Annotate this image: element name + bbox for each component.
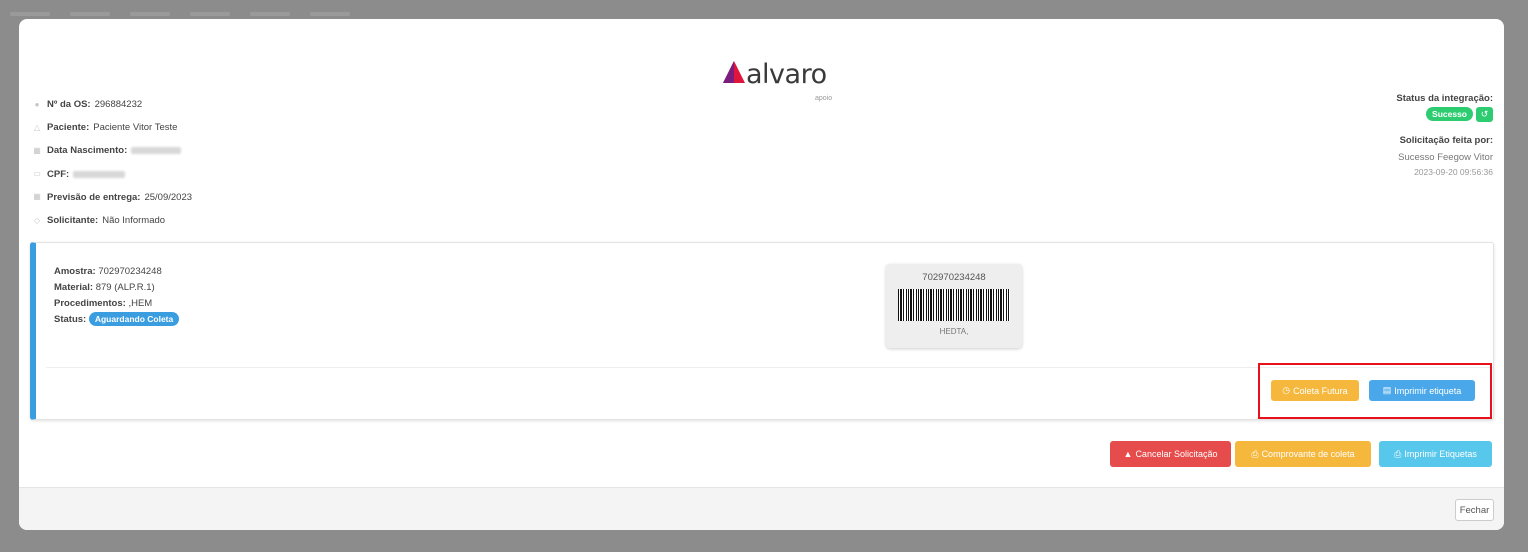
sample-status-row: Status: Aguardando Coleta (54, 312, 180, 328)
cake-icon: ▦ (33, 145, 41, 155)
print-icon: ⎙ (1394, 448, 1402, 459)
comprovante-coleta-button[interactable]: ⎙ Comprovante de coleta (1235, 441, 1371, 467)
logo-text: alvaro (746, 59, 827, 90)
history-icon[interactable]: ↺ (1476, 107, 1493, 122)
sample-material-row: Material: 879 (ALP.R.1) (54, 280, 179, 296)
procedimentos-value: ,HEM (128, 298, 153, 309)
logo-subtext: apoio (815, 95, 833, 102)
comprovante-label: Comprovante de coleta (1261, 449, 1355, 459)
integration-modal: alvaro apoio ● Nº da OS: 296884232 △ Pac… (19, 19, 1504, 530)
imprimir-etiqueta-label: Imprimir etiqueta (1394, 385, 1462, 396)
barcode-label: 702970234248 HEDTA, (886, 264, 1022, 348)
requester-label: Solicitante: (47, 215, 99, 227)
sample-amostra-row: Amostra: 702970234248 (54, 264, 179, 280)
tag-icon: ◇ (33, 215, 41, 225)
order-info: ● Nº da OS: 296884232 △ Paciente: Pacien… (33, 93, 192, 232)
os-label: Nº da OS: (47, 99, 91, 111)
modal-footer: Fechar (19, 487, 1504, 530)
coleta-futura-label: Coleta Futura (1293, 385, 1348, 396)
requested-by-label: Solicitação feita por: (1399, 135, 1493, 146)
imprimir-etiquetas-label: Imprimir Etiquetas (1404, 449, 1477, 459)
cpf-label: CPF: (47, 168, 70, 180)
cancelar-solicitacao-button[interactable]: ▲ Cancelar Solicitação (1110, 441, 1231, 467)
sample-procedures-row: Procedimentos: ,HEM (54, 296, 179, 312)
procedimentos-label: Procedimentos: (54, 298, 126, 309)
requester-value: Não Informado (102, 215, 166, 227)
barcode-number: 702970234248 (922, 272, 986, 283)
amostra-value: 702970234248 (98, 266, 162, 277)
patient-value: Paciente Vitor Teste (93, 122, 178, 134)
coleta-futura-button[interactable]: ◷ Coleta Futura (1271, 380, 1359, 401)
imprimir-etiqueta-button[interactable]: ▤ Imprimir etiqueta (1369, 380, 1475, 401)
clock-icon: ◷ (1282, 385, 1291, 395)
print-icon: ⎙ (1251, 448, 1259, 459)
barcode-subtext: HEDTA, (939, 327, 969, 336)
material-label: Material: (54, 282, 94, 293)
amostra-label: Amostra: (54, 266, 96, 277)
os-value: 296884232 (94, 99, 143, 111)
patient-row: △ Paciente: Paciente Vitor Teste (33, 116, 192, 139)
birthdate-row: ▦ Data Nascimento: (33, 139, 192, 162)
sample-details: Amostra: 702970234248 Material: 879 (ALP… (54, 264, 180, 328)
birthdate-redacted (131, 147, 182, 155)
delivery-row: ▦ Previsão de entrega: 25/09/2023 (33, 186, 192, 209)
barcode-image (898, 289, 1010, 321)
material-value: 879 (ALP.R.1) (95, 282, 155, 293)
integration-info: Status da integração: Sucesso ↺ Solicitaç… (1396, 93, 1493, 177)
barcode-icon: ▤ (1382, 385, 1392, 395)
circle-icon: ● (34, 99, 40, 109)
user-icon: △ (33, 122, 41, 132)
requester-row: ◇ Solicitante: Não Informado (33, 209, 192, 232)
os-number-row: ● Nº da OS: 296884232 (33, 93, 192, 116)
patient-label: Paciente: (47, 122, 90, 134)
id-card-icon: ▭ (33, 169, 41, 179)
warning-icon: ▲ (1123, 449, 1133, 459)
imprimir-etiquetas-button[interactable]: ⎙ Imprimir Etiquetas (1379, 441, 1492, 467)
cancelar-label: Cancelar Solicitação (1135, 449, 1218, 459)
status-label: Status: (54, 314, 87, 325)
requested-at: 2023-09-20 09:56:36 (1414, 167, 1493, 177)
cpf-row: ▭ CPF: (33, 163, 192, 186)
sample-status-badge: Aguardando Coleta (88, 312, 180, 326)
integration-status-badge: Sucesso (1426, 107, 1473, 122)
delivery-label: Previsão de entrega: (47, 191, 141, 203)
logo-mark-shade (723, 61, 734, 83)
birthdate-label: Data Nascimento: (47, 145, 128, 157)
delivery-value: 25/09/2023 (144, 191, 193, 203)
calendar-icon: ▦ (33, 192, 41, 202)
cpf-redacted (73, 170, 126, 178)
close-button[interactable]: Fechar (1455, 499, 1494, 521)
requested-by-name: Sucesso Feegow Vitor (1398, 152, 1493, 163)
integration-status-label: Status da integração: (1396, 93, 1493, 104)
